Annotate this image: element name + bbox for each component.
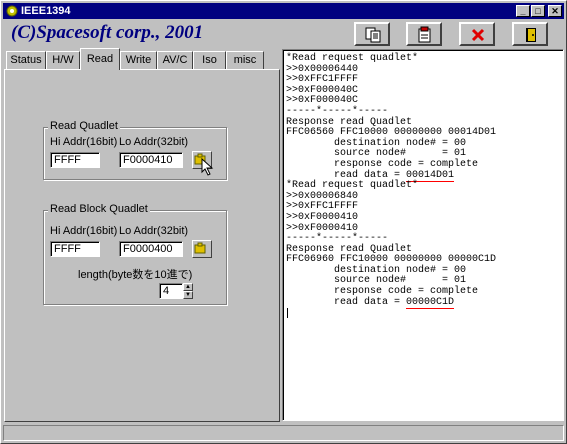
read-quadlet-label: Read Quadlet: [48, 120, 120, 132]
tab-hw[interactable]: H/W: [46, 51, 80, 69]
hand-pointer-icon: [194, 242, 206, 254]
mouse-cursor-icon: [201, 158, 214, 176]
title-bar[interactable]: IEEE1394 _ □ ✕: [3, 3, 564, 19]
tab-status[interactable]: Status: [6, 51, 46, 69]
copy-doc-icon: [365, 27, 381, 43]
app-header: (C)Spacesoft corp., 2001: [3, 20, 564, 48]
tab-avc[interactable]: AV/C: [157, 51, 193, 69]
spin-up-button[interactable]: ▲: [183, 283, 193, 291]
block-lo-addr-label: Lo Addr(32bit): [119, 225, 189, 237]
length-label: length(byte数を10進で): [78, 269, 193, 281]
tab-iso[interactable]: Iso: [193, 51, 226, 69]
read-block-label: Read Block Quadlet: [48, 203, 150, 215]
hi-addr-input[interactable]: FFFF: [50, 152, 100, 168]
paste-button[interactable]: [406, 22, 442, 46]
log-line: response code = complete: [286, 158, 479, 170]
block-hi-addr-label: Hi Addr(16bit): [50, 225, 118, 237]
tab-misc[interactable]: misc: [226, 51, 264, 69]
tab-read[interactable]: Read: [80, 48, 120, 70]
paste-doc-icon: [418, 26, 431, 43]
clear-button[interactable]: [459, 22, 495, 46]
log-line: *Read request quadlet*: [286, 53, 419, 64]
status-bar: [3, 425, 564, 441]
exit-door-icon: [526, 28, 536, 42]
clear-x-icon: [471, 28, 485, 42]
window-title: IEEE1394: [21, 5, 71, 17]
brand-title: (C)Spacesoft corp., 2001: [11, 22, 204, 43]
block-hi-addr-input[interactable]: FFFF: [50, 241, 100, 257]
left-panel: Status H/W Read Write AV/C Iso misc Read…: [4, 48, 280, 422]
text-caret: [287, 308, 288, 319]
log-line: >>0xF0000410: [286, 211, 359, 223]
log-line: -----*-----*-----: [286, 105, 389, 117]
block-lo-addr-input[interactable]: F0000400: [119, 241, 183, 257]
minimize-button[interactable]: _: [516, 5, 530, 17]
length-input[interactable]: 4: [159, 283, 183, 299]
read-tab-page: Read Quadlet Hi Addr(16bit) Lo Addr(32bi…: [4, 69, 280, 422]
read-data-value: 00000C1D: [406, 296, 455, 309]
log-line: read data = 00000C1D: [286, 296, 455, 309]
read-block-go-button[interactable]: [192, 240, 212, 258]
tab-write[interactable]: Write: [120, 51, 157, 69]
read-block-group: Read Block Quadlet Hi Addr(16bit) Lo Add…: [43, 203, 227, 305]
log-output[interactable]: *Read request quadlet* >>0x00006440 >>0xFF…: [282, 49, 564, 421]
lo-addr-input[interactable]: F0000410: [119, 152, 183, 168]
read-quadlet-group: Read Quadlet Hi Addr(16bit) Lo Addr(32bi…: [43, 120, 227, 180]
maximize-button[interactable]: □: [531, 5, 545, 17]
spin-down-button[interactable]: ▼: [183, 291, 193, 299]
close-button[interactable]: ✕: [548, 5, 562, 17]
app-window: IEEE1394 _ □ ✕ (C)Spacesoft corp., 2001: [0, 0, 567, 444]
copy-button[interactable]: [354, 22, 390, 46]
lo-addr-label: Lo Addr(32bit): [119, 136, 189, 148]
app-icon: [6, 5, 18, 17]
hi-addr-label: Hi Addr(16bit): [50, 136, 118, 148]
exit-button[interactable]: [512, 22, 548, 46]
